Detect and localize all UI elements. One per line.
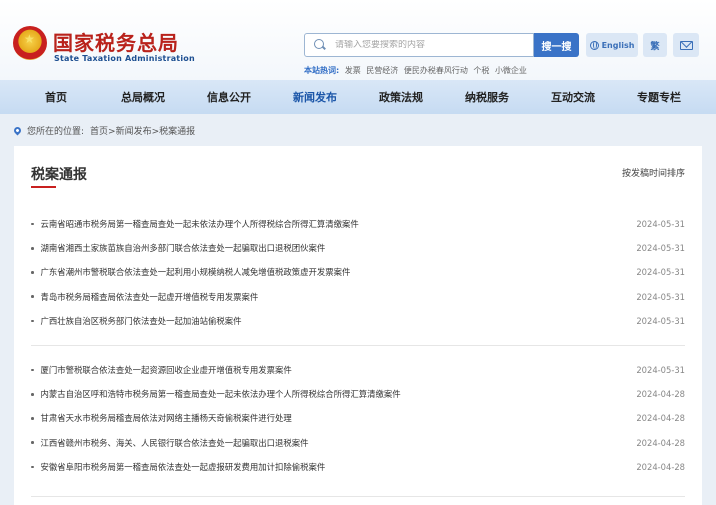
mail-button[interactable]: [673, 33, 699, 57]
news-title[interactable]: 江西省赣州市税务、海关、人民银行联合依法查处一起骗取出口退税案件: [41, 437, 309, 449]
news-title[interactable]: 广西壮族自治区税务部门依法查处一起加油站偷税案件: [41, 315, 242, 327]
nav-item-policy[interactable]: 政策法规: [368, 80, 434, 114]
news-title[interactable]: 内蒙古自治区呼和浩特市税务局第一稽查局查处一起未依法办理个人所得税综合所得汇算清…: [41, 388, 401, 400]
main-nav: 首页 总局概况 信息公开 新闻发布 政策法规 纳税服务 互动交流 专题专栏: [0, 80, 716, 114]
nav-item-news[interactable]: 新闻发布: [282, 80, 348, 114]
news-date: 2024-05-31: [636, 291, 685, 302]
nav-item-tax-service[interactable]: 纳税服务: [454, 80, 520, 114]
content-card: 税案通报 按发稿时间排序 云南省昭通市税务局第一稽查局查处一起未依法办理个人所得…: [14, 146, 702, 505]
list-item[interactable]: 江西省赣州市税务、海关、人民银行联合依法查处一起骗取出口退税案件 2024-04…: [31, 431, 685, 455]
sort-by-date-link[interactable]: 按发稿时间排序: [622, 166, 685, 179]
bullet-icon: [31, 271, 34, 274]
list-divider: [31, 345, 685, 346]
section-title: 税案通报: [31, 167, 87, 183]
news-list-group-2: 厦门市警税联合依法查处一起资源回收企业虚开增值税专用发票案件 2024-05-3…: [31, 358, 685, 479]
mail-icon: [679, 40, 693, 50]
location-pin-icon: [12, 125, 23, 136]
list-item[interactable]: 青岛市税务局稽查局依法查处一起虚开增值税专用发票案件 2024-05-31: [31, 285, 685, 309]
site-logo-title[interactable]: 国家税务总局: [53, 27, 179, 56]
list-item[interactable]: 湖南省湘西土家族苗族自治州多部门联合依法查处一起骗取出口退税团伙案件 2024-…: [31, 236, 685, 260]
bullet-icon: [31, 222, 34, 226]
list-item[interactable]: 内蒙古自治区呼和浩特市税务局第一稽查局查处一起未依法办理个人所得税综合所得汇算清…: [31, 382, 685, 406]
news-date: 2024-05-31: [636, 365, 685, 376]
news-date: 2024-04-28: [636, 437, 685, 448]
news-title[interactable]: 安徽省阜阳市税务局第一稽查局依法查处一起虚报研发费用加计扣除偷税案件: [41, 461, 326, 473]
title-underline: [31, 186, 56, 188]
english-button[interactable]: English: [586, 33, 638, 57]
hot-word-link[interactable]: 小微企业: [495, 66, 527, 75]
search-input[interactable]: [335, 40, 525, 50]
search-icon: [313, 38, 327, 52]
list-item[interactable]: 安徽省阜阳市税务局第一稽查局依法查处一起虚报研发费用加计扣除偷税案件 2024-…: [31, 455, 685, 479]
news-date: 2024-05-31: [636, 219, 685, 230]
news-date: 2024-05-31: [636, 315, 685, 326]
breadcrumb: 您所在的位置: 首页>新闻发布>税案通报: [12, 124, 195, 137]
bullet-icon: [31, 465, 34, 469]
globe-icon: [589, 40, 599, 50]
news-date: 2024-04-28: [636, 389, 685, 400]
list-item[interactable]: 云南省昭通市税务局第一稽查局查处一起未依法办理个人所得税综合所得汇算清缴案件 2…: [31, 212, 685, 236]
news-date: 2024-05-31: [636, 267, 685, 278]
list-item[interactable]: 广东省潮州市警税联合依法查处一起利用小规模纳税人减免增值税政策虚开发票案件 20…: [31, 260, 685, 284]
bullet-icon: [31, 319, 34, 323]
bullet-icon: [31, 441, 34, 444]
news-title[interactable]: 湖南省湘西土家族苗族自治州多部门联合依法查处一起骗取出口退税团伙案件: [41, 242, 326, 254]
news-date: 2024-04-28: [636, 461, 685, 472]
bullet-icon: [31, 247, 34, 250]
nav-item-home[interactable]: 首页: [28, 80, 84, 114]
hot-word-link[interactable]: 发票: [345, 66, 361, 75]
list-divider: [31, 496, 685, 497]
hot-word-link[interactable]: 便民办税春风行动: [404, 66, 468, 75]
nav-item-disclosure[interactable]: 信息公开: [196, 80, 262, 114]
news-title[interactable]: 广东省潮州市警税联合依法查处一起利用小规模纳税人减免增值税政策虚开发票案件: [41, 266, 351, 278]
traditional-chinese-button[interactable]: 繁: [643, 33, 667, 57]
list-item[interactable]: 广西壮族自治区税务部门依法查处一起加油站偷税案件 2024-05-31: [31, 309, 685, 333]
bullet-icon: [31, 417, 34, 420]
news-date: 2024-04-28: [636, 413, 685, 424]
nav-item-topics[interactable]: 专题专栏: [626, 80, 692, 114]
national-emblem-icon[interactable]: ★: [13, 26, 47, 60]
hot-words-row: 本站热词: 发票 民营经济 便民办税春风行动 个税 小微企业: [304, 65, 527, 76]
english-label: English: [601, 40, 635, 50]
site-logo-subtitle[interactable]: State Taxation Administration: [54, 54, 195, 63]
news-title[interactable]: 青岛市税务局稽查局依法查处一起虚开增值税专用发票案件: [41, 291, 259, 303]
breadcrumb-path[interactable]: 首页>新闻发布>税案通报: [90, 124, 195, 137]
bullet-icon: [31, 393, 34, 396]
hot-word-link[interactable]: 个税: [473, 66, 489, 75]
news-list-group-1: 云南省昭通市税务局第一稽查局查处一起未依法办理个人所得税综合所得汇算清缴案件 2…: [31, 212, 685, 333]
list-item[interactable]: 厦门市警税联合依法查处一起资源回收企业虚开增值税专用发票案件 2024-05-3…: [31, 358, 685, 382]
bullet-icon: [31, 295, 34, 298]
nav-item-interaction[interactable]: 互动交流: [540, 80, 606, 114]
news-title[interactable]: 云南省昭通市税务局第一稽查局查处一起未依法办理个人所得税综合所得汇算清缴案件: [41, 218, 359, 230]
hot-words-label: 本站热词:: [304, 66, 340, 75]
list-item[interactable]: 甘肃省天水市税务局稽查局依法对网络主播杨天奇偷税案件进行处理 2024-04-2…: [31, 406, 685, 430]
nav-item-overview[interactable]: 总局概况: [110, 80, 176, 114]
news-title[interactable]: 甘肃省天水市税务局稽查局依法对网络主播杨天奇偷税案件进行处理: [41, 412, 292, 424]
news-date: 2024-05-31: [636, 243, 685, 254]
search-button[interactable]: 搜一搜: [534, 33, 579, 57]
search-box: [304, 33, 534, 57]
news-title[interactable]: 厦门市警税联合依法查处一起资源回收企业虚开增值税专用发票案件: [41, 364, 292, 376]
hot-word-link[interactable]: 民营经济: [366, 66, 398, 75]
breadcrumb-prefix: 您所在的位置:: [27, 127, 85, 137]
site-header: ★ 国家税务总局 State Taxation Administration 搜…: [0, 0, 716, 80]
bullet-icon: [31, 368, 34, 372]
